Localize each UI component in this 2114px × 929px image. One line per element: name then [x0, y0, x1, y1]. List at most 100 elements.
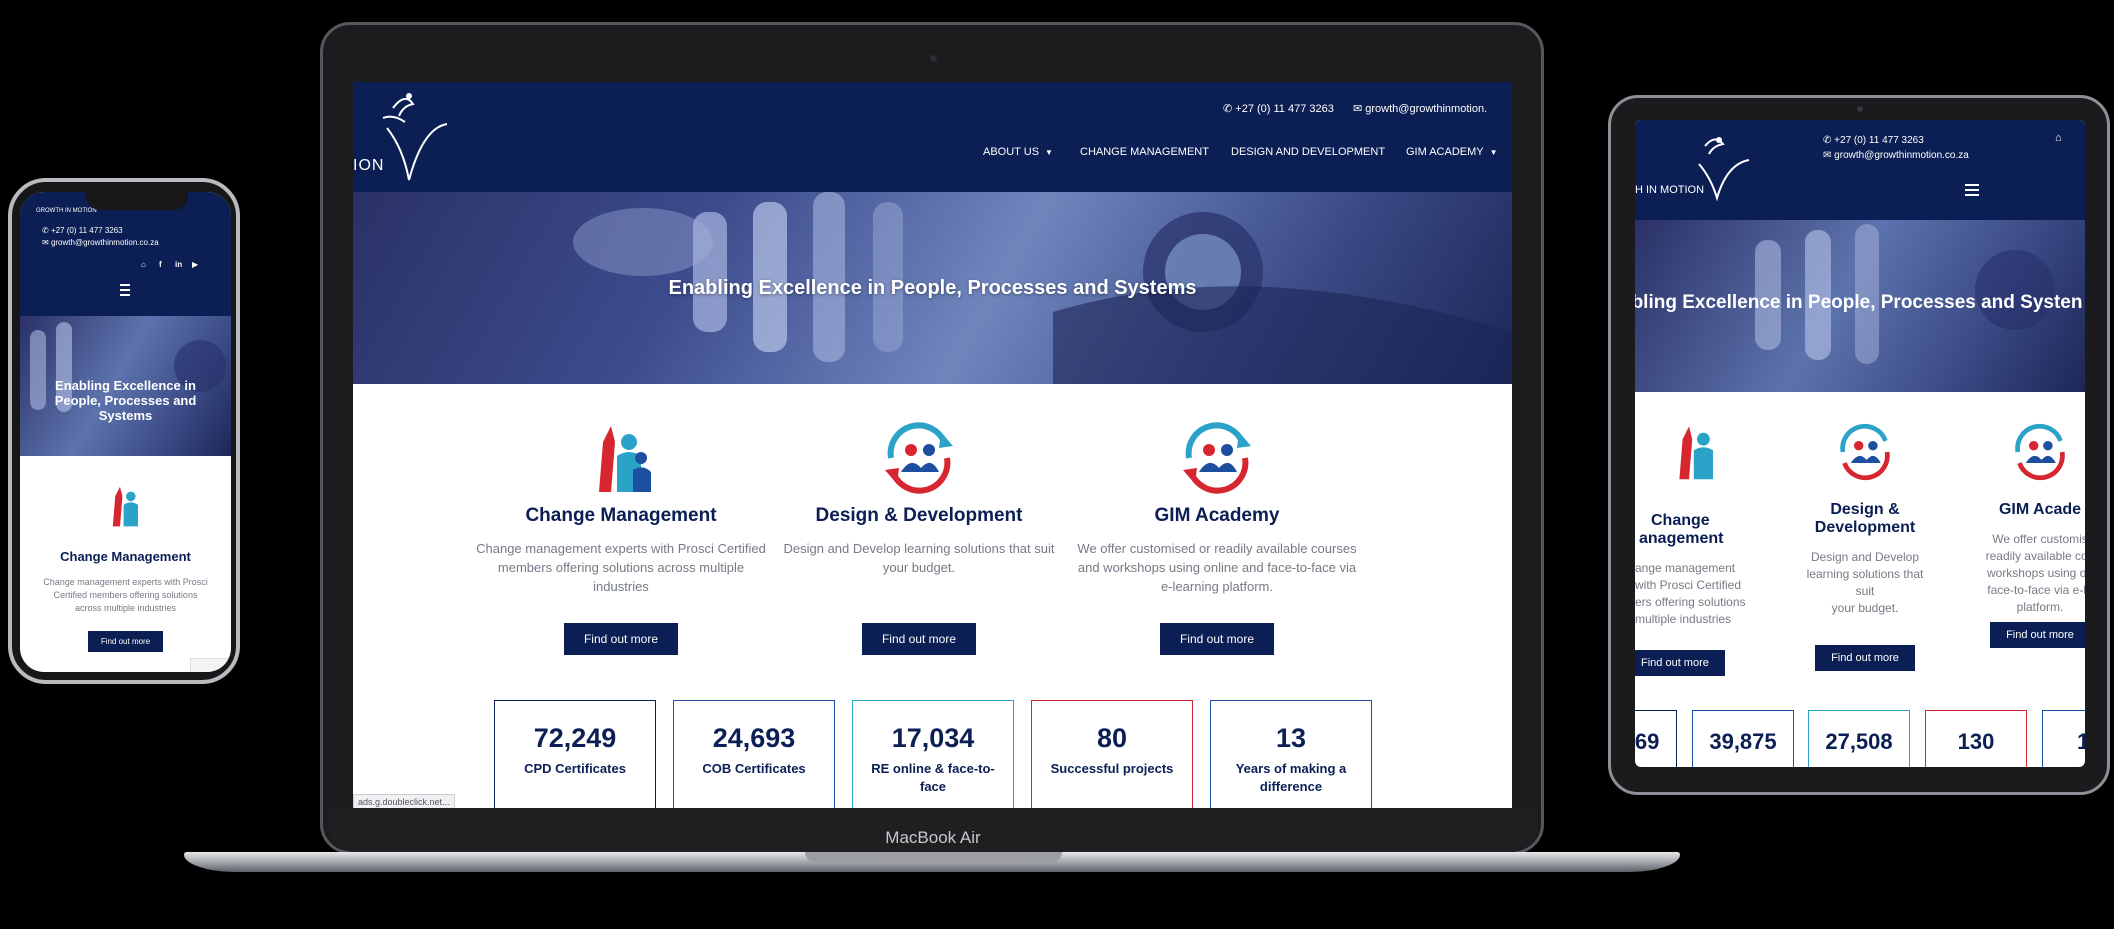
- header-phone[interactable]: ✆ +27 (0) 11 477 3263: [1223, 102, 1334, 115]
- header-email[interactable]: ✉ growth@growthinmotion.: [1353, 102, 1487, 115]
- nav-about-us-label: ABOUT US: [983, 146, 1040, 158]
- header-phone[interactable]: ✆ +27 (0) 11 477 3263: [42, 226, 123, 235]
- hero-title-line: People, Processes and: [54, 393, 197, 408]
- tablet-stat: 130: [1925, 710, 2027, 767]
- recaptcha-badge[interactable]: [190, 658, 228, 672]
- header-phone-text: +27 (0) 11 477 3263: [50, 226, 123, 235]
- header-email-text: growth@growthinmotion.co.za: [1834, 150, 1969, 161]
- gim-academy-icon: [2015, 423, 2065, 481]
- stat-cpd-certificates: 72,249 CPD Certificates: [494, 700, 656, 808]
- title-line: anagement: [1639, 530, 1724, 547]
- nav-change-management[interactable]: CHANGE MANAGEMENT: [1080, 146, 1209, 158]
- hero-title: Enabling Excellence in People, Processes…: [20, 378, 231, 423]
- laptop-camera: [930, 55, 937, 62]
- find-out-more-button[interactable]: Find out more: [87, 631, 164, 652]
- stat-label: CPD Certificates: [524, 761, 626, 776]
- header-email-text: growth@growthinmotion.co.za: [50, 238, 159, 247]
- phone-service-change-management: Change Management Change management expe…: [20, 482, 231, 652]
- tablet-service-description: Design and Develop learning solutions th…: [1806, 550, 1924, 615]
- header-email[interactable]: ✉ growth@growthinmotion.co.za: [42, 238, 159, 247]
- title-line: Design &: [1830, 501, 1900, 518]
- service-description: Change management experts with Prosci Ce…: [476, 541, 766, 594]
- hero-title-line: Enabling Excellence in: [55, 378, 196, 393]
- service-gim-academy: GIM Academy We offer customised or readi…: [1072, 422, 1362, 655]
- phone-header: GROWTH IN MOTION ✆ +27 (0) 11 477 3263 ✉…: [20, 192, 231, 316]
- tablet-service-title: Design & Development: [1800, 501, 1930, 537]
- service-description: Change management experts with Prosci Ce…: [43, 577, 208, 613]
- header-email[interactable]: ✉ growth@growthinmotion.co.za: [1823, 150, 1969, 161]
- hero-banner: Enabling Excellence in People, Processes…: [353, 192, 1512, 384]
- service-title: Change Management: [60, 549, 191, 564]
- facebook-icon[interactable]: f: [159, 260, 162, 269]
- find-out-more-button[interactable]: Find out more: [1635, 650, 1725, 676]
- stat-re-online: 17,034 RE online & face-to-face: [852, 700, 1014, 808]
- laptop-hinge-notch: [805, 852, 1062, 862]
- device-label: MacBook Air: [885, 828, 981, 847]
- home-icon[interactable]: ⌂: [141, 260, 146, 269]
- design-development-icon: [885, 422, 953, 494]
- find-out-more-button[interactable]: Find out more: [563, 623, 679, 655]
- phone-notch: [86, 190, 188, 210]
- stat-value: 39,875: [1709, 729, 1777, 754]
- find-out-more-button[interactable]: Find out more: [1990, 622, 2085, 648]
- tablet-camera: [1857, 106, 1863, 112]
- hero-banner: Enabling Excellence in People, Processes…: [20, 316, 231, 456]
- title-line: Change: [1651, 512, 1710, 529]
- service-title: GIM Academy: [1154, 505, 1280, 526]
- nav-gim-academy[interactable]: GIM ACADEMY ▼: [1406, 146, 1498, 158]
- header-phone-text: +27 (0) 11 477 3263: [1235, 103, 1334, 115]
- tablet-screen: H IN MOTION ✆ +27 (0) 11 477 3263 ✉ grow…: [1635, 120, 2085, 767]
- linkedin-icon[interactable]: in: [175, 260, 182, 269]
- site-header: ION ✆ +27 (0) 11 477 3263 ✉ growth@growt…: [353, 82, 1512, 192]
- find-out-more-button[interactable]: Find out more: [1159, 623, 1275, 655]
- logo-text: GROWTH IN MOTION: [36, 208, 97, 214]
- mail-icon: ✉: [1353, 103, 1363, 115]
- service-description: Design and Develop learning solutions th…: [783, 541, 1055, 575]
- tablet-stat: 1: [2042, 710, 2085, 767]
- find-out-more-button[interactable]: Find out more: [1815, 645, 1915, 671]
- service-design-development: Design & Development Design and Develop …: [774, 422, 1064, 655]
- phone-icon: ✆: [1823, 135, 1835, 146]
- tablet-stat: 369: [1635, 710, 1677, 767]
- stat-years: 13 Years of making a difference: [1210, 700, 1372, 808]
- nav-gim-academy-label: GIM ACADEMY: [1406, 146, 1484, 158]
- header-email-text: growth@growthinmotion.: [1365, 103, 1488, 115]
- stat-label: Years of making a difference: [1235, 761, 1347, 794]
- tablet-service-description: ange management with Prosci Certified er…: [1635, 561, 1746, 626]
- find-out-more-button[interactable]: Find out more: [861, 623, 977, 655]
- gim-academy-icon: [1183, 422, 1251, 494]
- stat-cob-certificates: 24,693 COB Certificates: [673, 700, 835, 808]
- youtube-icon[interactable]: ▶: [192, 260, 198, 269]
- tablet-service-design-development: Design & Development Design and Develop …: [1800, 422, 1930, 671]
- service-description: We offer customised or readily available…: [1077, 541, 1357, 594]
- stat-value: 24,693: [712, 723, 796, 753]
- change-management-icon: [112, 486, 138, 527]
- stat-value: 130: [1957, 729, 1995, 754]
- stat-value: 1: [2077, 729, 2085, 754]
- service-title: Design & Development: [815, 505, 1023, 526]
- stat-successful-projects: 80 Successful projects: [1031, 700, 1193, 808]
- change-management-icon: [1679, 426, 1713, 480]
- caret-down-icon: ▼: [1489, 148, 1498, 157]
- browser-status-bar: ads.g.doubleclick.net...: [353, 794, 455, 808]
- service-title: Change Management: [525, 505, 717, 526]
- hamburger-menu-icon[interactable]: [1965, 184, 1979, 199]
- home-icon[interactable]: ⌂: [2055, 132, 2062, 144]
- nav-about-us[interactable]: ABOUT US ▼: [983, 146, 1053, 158]
- hamburger-menu-icon[interactable]: [120, 284, 130, 299]
- stat-label: COB Certificates: [702, 761, 806, 776]
- tablet-service-title: GIM Acade: [1998, 501, 2082, 518]
- tablet-service-change-management: [1647, 422, 1747, 487]
- stat-value: 13: [1275, 723, 1307, 753]
- title-line: Development: [1814, 519, 1916, 536]
- header-phone[interactable]: ✆ +27 (0) 11 477 3263: [1823, 135, 1924, 146]
- logo-text: H IN MOTION: [1635, 184, 1705, 196]
- hero-title-line: Systems: [98, 408, 153, 423]
- caret-down-icon: ▼: [1045, 148, 1053, 157]
- tablet-service-description: We offer customis readily available cou …: [1985, 532, 2085, 614]
- stat-value: 72,249: [533, 723, 617, 753]
- hero-banner: abling Excellence in People, Processes a…: [1635, 220, 2085, 392]
- nav-design-development[interactable]: DESIGN AND DEVELOPMENT: [1231, 146, 1385, 158]
- tablet-service-gim-academy: GIM Acade We offer customis readily avai…: [1975, 422, 2085, 648]
- service-change-management: Change Management Change management expe…: [476, 422, 766, 655]
